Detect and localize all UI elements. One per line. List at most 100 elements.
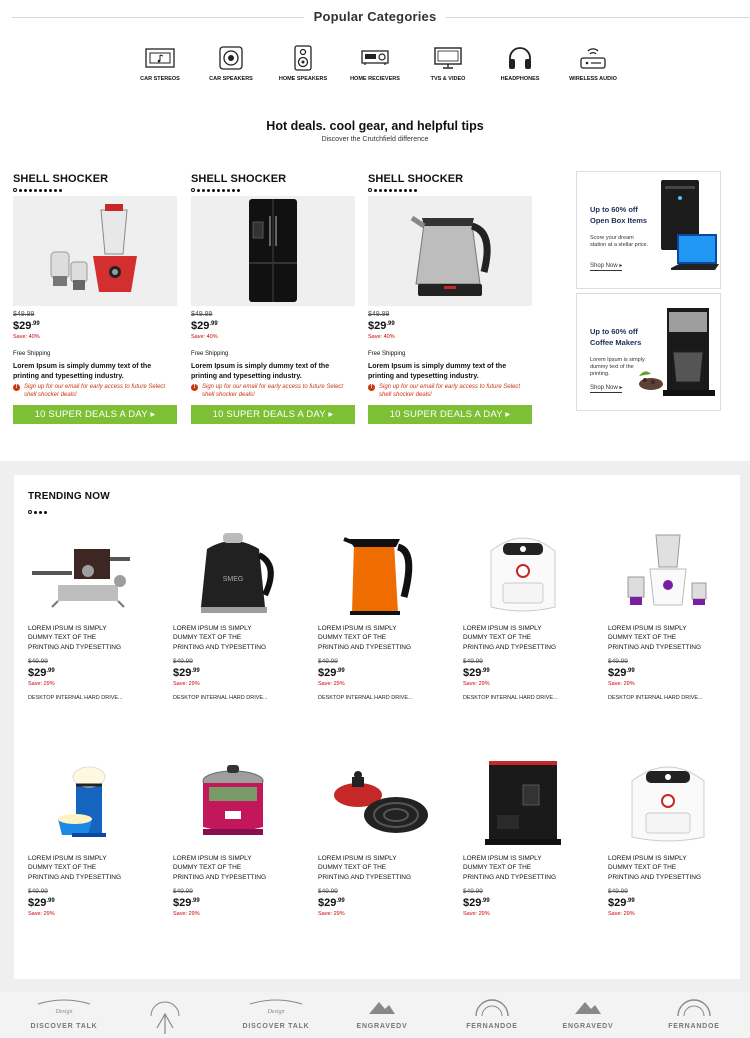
dot[interactable] (191, 188, 195, 192)
promo-coffee-makers[interactable]: Up to 60% off Coffee Makers Lorem Ipsum i… (576, 293, 721, 411)
category-home-speakers[interactable]: HOME SPEAKERS (273, 44, 333, 83)
dot[interactable] (44, 188, 47, 192)
dot[interactable] (414, 188, 417, 192)
dot[interactable] (44, 510, 47, 514)
product-image-electric-kettle[interactable] (368, 196, 532, 306)
dot[interactable] (394, 188, 397, 192)
product-image-orange-kettle[interactable] (318, 525, 438, 620)
product-image-refrigerator[interactable] (191, 196, 355, 306)
brand-logo[interactable]: ENGRAVEDV (558, 998, 618, 1030)
promo-open-box[interactable]: Up to 60% off Open Box Items Score your d… (576, 171, 721, 289)
product-image-induction-cooker[interactable] (318, 755, 438, 850)
product-image-popcorn-maker[interactable] (28, 755, 148, 850)
category-car-stereos[interactable]: CAR STEREOS (130, 44, 190, 83)
dot[interactable] (39, 510, 42, 514)
dot[interactable] (389, 188, 392, 192)
dot[interactable] (384, 188, 387, 192)
dot[interactable] (227, 188, 230, 192)
dot[interactable] (237, 188, 240, 192)
product-name: PRINTING AND TYPESETTING (28, 643, 122, 651)
dot[interactable] (409, 188, 412, 192)
product-card[interactable]: LOREM IPSUM IS SIMPLY DUMMY TEXT OF THE PR… (318, 755, 438, 917)
product-image-coffee-grinder[interactable] (463, 755, 583, 850)
note-text[interactable]: Sign up for our email for early access t… (202, 383, 355, 399)
product-card[interactable]: LOREM IPSUM IS SIMPLY DUMMY TEXT OF THE PR… (28, 755, 148, 917)
product-card[interactable]: LOREM IPSUM IS SIMPLY DUMMY TEXT OF THE PR… (28, 525, 148, 701)
super-deals-button[interactable]: 10 SUPER DEALS A DAY ▸ (191, 405, 355, 424)
product-card[interactable]: LOREM IPSUM IS SIMPLY DUMMY TEXT OF THE PR… (318, 525, 438, 701)
brand-logo[interactable] (140, 998, 190, 1038)
product-image-purple-mixer[interactable] (608, 525, 728, 620)
dot[interactable] (39, 188, 42, 192)
logo-text: FERNANDOE (466, 1023, 518, 1030)
note-text[interactable]: Sign up for our email for early access t… (24, 383, 177, 399)
dot[interactable] (207, 188, 210, 192)
shop-now-link[interactable]: Shop Now ▸ (590, 262, 623, 271)
brand-logo[interactable]: ENGRAVEDV (352, 998, 412, 1030)
dot[interactable] (29, 188, 32, 192)
brand-logo[interactable]: Design DISCOVER TALK (28, 998, 100, 1030)
dot[interactable] (59, 188, 62, 192)
category-tvs-video[interactable]: TVs & VIDEO (418, 44, 478, 83)
category-home-receivers[interactable]: HOME RECIEVERS (345, 44, 405, 83)
dot[interactable] (212, 188, 215, 192)
product-image-air-fryer[interactable] (463, 525, 583, 620)
product-desc: DESKTOP INTERNAL HARD DRIVE... (463, 694, 558, 701)
promo-title: Up to 60% off (590, 205, 638, 214)
price-dollars: $29 (463, 666, 482, 679)
shipping-info: Free Shipping (191, 351, 229, 357)
product-image-espresso-machine[interactable] (28, 525, 148, 620)
brand-logo[interactable]: FERNANDOE (462, 998, 522, 1030)
shop-now-link[interactable]: Shop Now ▸ (590, 384, 623, 393)
product-image-rice-cooker[interactable] (173, 755, 293, 850)
category-wireless-audio[interactable]: WIRELESS AUDIO (563, 44, 623, 83)
dot[interactable] (232, 188, 235, 192)
product-image-mixer-grinder[interactable] (13, 196, 177, 306)
product-card[interactable]: LOREM IPSUM IS SIMPLY DUMMY TEXT OF THE PR… (608, 525, 728, 701)
dot[interactable] (404, 188, 407, 192)
note-text[interactable]: Sign up for our email for early access t… (379, 383, 532, 399)
mountain-icon (369, 1002, 395, 1014)
dot[interactable] (34, 510, 37, 514)
carousel-dots[interactable] (368, 188, 532, 192)
product-card[interactable]: SMEG LOREM IPSUM IS SIMPLY DUMMY TEXT OF … (173, 525, 293, 701)
super-deals-button[interactable]: 10 SUPER DEALS A DAY ▸ (368, 405, 532, 424)
brand-logo[interactable]: FERNANDOE (664, 998, 724, 1030)
category-label: TVs & VIDEO (430, 76, 466, 82)
dot[interactable] (368, 188, 372, 192)
dot[interactable] (24, 188, 27, 192)
product-name: LOREM IPSUM IS SIMPLY (318, 855, 397, 862)
dot[interactable] (54, 188, 57, 192)
product-card[interactable]: LOREM IPSUM IS SIMPLY DUMMY TEXT OF THE PR… (463, 755, 583, 917)
dot[interactable] (399, 188, 402, 192)
product-card[interactable]: LOREM IPSUM IS SIMPLY DUMMY TEXT OF THE PR… (608, 755, 728, 917)
product-image-black-kettle[interactable]: SMEG (173, 525, 293, 620)
dot[interactable] (34, 188, 37, 192)
dot[interactable] (379, 188, 382, 192)
product-name: DUMMY TEXT OF THE (173, 864, 242, 872)
dot[interactable] (19, 188, 22, 192)
dot[interactable] (374, 188, 377, 192)
dot[interactable] (222, 188, 225, 192)
save-percent: Save: 29% (608, 910, 635, 917)
product-card[interactable]: LOREM IPSUM IS SIMPLY DUMMY TEXT OF THE PR… (173, 755, 293, 917)
dot[interactable] (217, 188, 220, 192)
super-deals-button[interactable]: 10 SUPER DEALS A DAY ▸ (13, 405, 177, 424)
product-image-air-fryer[interactable] (608, 755, 728, 850)
dot[interactable] (28, 510, 32, 514)
price-dollars: $29 (13, 320, 32, 332)
product-card[interactable]: LOREM IPSUM IS SIMPLY DUMMY TEXT OF THE PR… (463, 525, 583, 701)
signup-note: ! Sign up for our email for early access … (368, 383, 532, 399)
dot[interactable] (197, 188, 200, 192)
brand-logo[interactable]: Design DISCOVER TALK (240, 998, 312, 1030)
category-car-speakers[interactable]: CAR SPEAKERS (201, 44, 261, 83)
carousel-dots[interactable] (13, 188, 177, 192)
dot[interactable] (202, 188, 205, 192)
carousel-dots[interactable] (28, 510, 47, 514)
price-dollars: $29 (318, 666, 337, 679)
dot[interactable] (49, 188, 52, 192)
dot[interactable] (13, 188, 17, 192)
category-headphones[interactable]: HEADPHONES (490, 44, 550, 83)
carousel-dots[interactable] (191, 188, 355, 192)
product-name: LOREM IPSUM IS SIMPLY (608, 625, 687, 632)
